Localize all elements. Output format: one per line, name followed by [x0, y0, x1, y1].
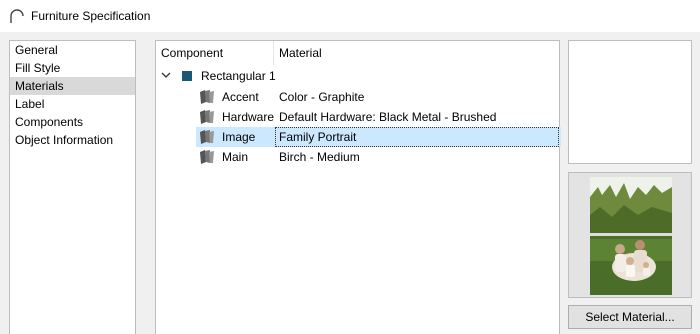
arch-app-icon: [10, 9, 24, 23]
category-fill-style[interactable]: Fill Style: [10, 59, 135, 77]
material-name: Birch - Medium: [279, 150, 360, 164]
material-row-accent[interactable]: Accent Color - Graphite: [196, 87, 561, 107]
window-title: Furniture Specification: [31, 9, 151, 23]
column-header-material[interactable]: Material: [274, 41, 561, 65]
title-bar: Furniture Specification: [0, 0, 700, 32]
material-name: Family Portrait: [279, 130, 357, 144]
material-row-hardware[interactable]: Hardware Default Hardware: Black Metal -…: [196, 107, 561, 127]
component-name: Main: [222, 150, 249, 164]
material-name: Default Hardware: Black Metal - Brushed: [279, 110, 497, 124]
tree-header: Component Material: [156, 41, 559, 65]
material-swatch-icon: [200, 150, 214, 164]
material-swatch-icon: [200, 110, 214, 124]
family-portrait-image: [590, 177, 672, 295]
material-row-image[interactable]: Image Family Portrait: [196, 127, 561, 147]
category-list: General Fill Style Materials Label Compo…: [9, 40, 136, 334]
component-name: Image: [222, 130, 256, 144]
group-color-icon: [182, 71, 192, 81]
material-name: Color - Graphite: [279, 90, 365, 104]
material-preview-3d: [568, 40, 692, 164]
category-general[interactable]: General: [10, 41, 135, 59]
texture-preview: [568, 172, 692, 298]
group-label: Rectangular 1: [201, 69, 276, 83]
category-materials[interactable]: Materials: [10, 77, 135, 95]
chevron-down-icon[interactable]: [161, 70, 171, 80]
tree-group-row[interactable]: Rectangular 1: [156, 67, 559, 85]
materials-tree: Component Material Rectangular 1 Accent …: [155, 40, 561, 334]
material-swatch-icon: [200, 130, 214, 144]
material-row-main[interactable]: Main Birch - Medium: [196, 147, 561, 167]
component-name: Hardware: [222, 110, 275, 124]
category-object-information[interactable]: Object Information: [10, 131, 135, 149]
column-header-component[interactable]: Component: [156, 41, 274, 65]
component-name: Accent: [222, 90, 259, 104]
material-swatch-icon: [200, 90, 214, 104]
select-material-button[interactable]: Select Material...: [568, 305, 692, 329]
category-label[interactable]: Label: [10, 95, 135, 113]
category-components[interactable]: Components: [10, 113, 135, 131]
